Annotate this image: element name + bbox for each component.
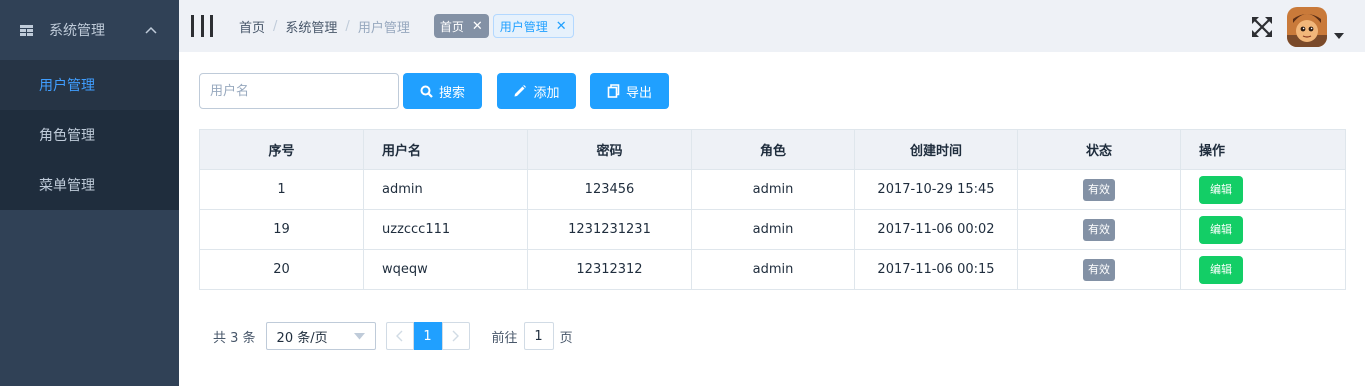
add-button[interactable]: 添加 [497,73,576,109]
cell-username: uzzccc111 [363,209,528,250]
username-input[interactable] [199,73,399,109]
cell-username: admin [363,169,528,210]
table-header-row: 序号 用户名 密码 角色 创建时间 状态 操作 [199,129,1346,170]
pagination: 共 3 条 20 条/页 1 前往 页 [213,322,573,350]
caret-down-icon[interactable] [1333,32,1345,40]
filter-row: 搜索 添加 导出 [199,73,669,109]
column-header-actions: 操作 [1180,129,1346,170]
cell-password: 123456 [527,169,692,210]
topbar: 首页 / 系统管理 / 用户管理 首页 ✕ 用户管理 ✕ [179,0,1365,52]
menu-system-management[interactable]: 系统管理 [0,0,179,60]
goto-page-input[interactable] [523,322,554,350]
cell-created: 2017-11-06 00:02 [854,209,1018,250]
cell-role: admin [691,209,855,250]
search-icon [420,85,433,98]
close-icon[interactable]: ✕ [556,19,567,34]
cell-index: 20 [199,249,364,290]
breadcrumb: 首页 / 系统管理 / 用户管理 [239,17,410,36]
sidebar-item-role-management[interactable]: 角色管理 [0,110,179,160]
breadcrumb-current: 用户管理 [357,20,410,36]
edit-button[interactable]: 编辑 [1199,215,1243,244]
status-badge: 有效 [1083,178,1115,201]
total-count: 共 3 条 [213,330,256,346]
cell-status: 有效 [1017,209,1181,250]
tag-label: 用户管理 [499,19,548,34]
add-label: 添加 [533,85,560,101]
sidebar: 系统管理 用户管理 角色管理 菜单管理 [0,0,179,386]
submenu: 用户管理 角色管理 菜单管理 [0,60,179,210]
top-right-tools [1251,7,1345,47]
main-content: 搜索 添加 导出 序号 用户名 密码 角色 [179,52,1365,386]
column-header-created: 创建时间 [854,129,1018,170]
export-label: 导出 [625,85,652,101]
page-size-value: 20 条/页 [276,330,328,346]
goto-suffix: 页 [559,330,573,346]
tags-view: 首页 ✕ 用户管理 ✕ [433,14,574,38]
grid-icon [20,24,33,36]
edit-button[interactable]: 编辑 [1199,255,1243,284]
next-page-button[interactable] [441,322,470,350]
cell-created: 2017-11-06 00:15 [854,249,1018,290]
tag-home[interactable]: 首页 ✕ [433,14,489,38]
cell-actions: 编辑 [1180,169,1346,210]
sidebar-item-menu-management[interactable]: 菜单管理 [0,160,179,210]
cell-status: 有效 [1017,169,1181,210]
close-icon[interactable]: ✕ [472,19,483,34]
table-row: 20 wqeqw 12312312 admin 2017-11-06 00:15… [199,249,1346,290]
breadcrumb-system[interactable]: 系统管理 [285,17,337,36]
cell-role: admin [691,169,855,210]
chevron-right-icon [452,330,460,342]
column-header-status: 状态 [1017,129,1181,170]
page-number[interactable]: 1 [413,322,442,350]
prev-page-button[interactable] [385,322,414,350]
edit-button[interactable]: 编辑 [1199,175,1243,204]
column-header-index: 序号 [199,129,364,170]
menu-title: 系统管理 [49,23,105,39]
cell-index: 19 [199,209,364,250]
search-label: 搜索 [438,85,465,101]
table-row: 19 uzzccc111 1231231231 admin 2017-11-06… [199,209,1346,250]
search-button[interactable]: 搜索 [403,73,482,109]
avatar[interactable] [1287,7,1327,47]
hamburger-icon[interactable] [191,15,213,37]
cell-created: 2017-10-29 15:45 [854,169,1018,210]
cell-role: admin [691,249,855,290]
cell-username: wqeqw [363,249,528,290]
fullscreen-icon[interactable] [1251,16,1273,38]
tag-label: 首页 [439,19,464,34]
copy-icon [607,84,620,98]
column-header-username: 用户名 [363,129,528,170]
cell-actions: 编辑 [1180,249,1346,290]
pencil-icon [514,85,527,97]
cell-password: 1231231231 [527,209,692,250]
cell-password: 12312312 [527,249,692,290]
caret-down-icon [353,332,365,339]
user-table: 序号 用户名 密码 角色 创建时间 状态 操作 1 admin 123456 a… [199,129,1346,290]
breadcrumb-separator: / [273,18,278,34]
cell-status: 有效 [1017,249,1181,290]
breadcrumb-separator: / [345,18,350,34]
chevron-left-icon [396,330,403,342]
status-badge: 有效 [1083,258,1115,281]
cell-actions: 编辑 [1180,209,1346,250]
page-size-select[interactable]: 20 条/页 [265,322,376,350]
export-button[interactable]: 导出 [590,73,669,109]
table-row: 1 admin 123456 admin 2017-10-29 15:45 有效… [199,169,1346,210]
column-header-password: 密码 [527,129,692,170]
breadcrumb-home[interactable]: 首页 [239,17,265,36]
chevron-up-icon [139,26,163,34]
status-badge: 有效 [1083,218,1115,241]
sidebar-item-user-management[interactable]: 用户管理 [0,60,179,110]
goto-label: 前往 [491,330,518,346]
cell-index: 1 [199,169,364,210]
column-header-role: 角色 [691,129,855,170]
tag-user-management[interactable]: 用户管理 ✕ [492,14,574,38]
